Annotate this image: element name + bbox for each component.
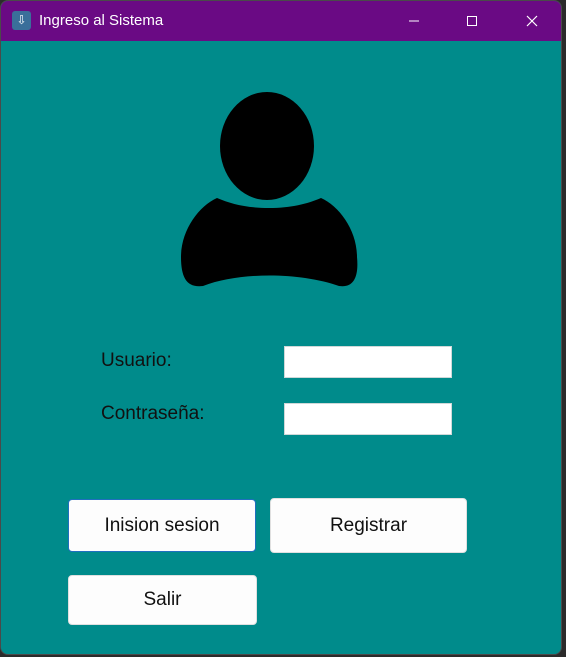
close-icon xyxy=(526,15,538,27)
login-window: ⇩ Ingreso al Sistema Usuario: Contraseña… xyxy=(0,0,562,655)
password-input[interactable] xyxy=(284,403,452,435)
register-button[interactable]: Registrar xyxy=(270,498,467,553)
window-title: Ingreso al Sistema xyxy=(39,12,164,29)
title-bar[interactable]: ⇩ Ingreso al Sistema xyxy=(1,1,561,41)
user-icon xyxy=(181,92,358,287)
username-input[interactable] xyxy=(284,346,452,378)
maximize-button[interactable] xyxy=(443,1,501,41)
exit-button[interactable]: Salir xyxy=(68,575,257,625)
minimize-button[interactable] xyxy=(385,1,443,41)
app-icon: ⇩ xyxy=(12,11,31,30)
username-label: Usuario: xyxy=(101,350,172,371)
maximize-icon xyxy=(467,16,477,26)
minimize-icon xyxy=(409,20,419,22)
login-form: Usuario: Contraseña: Inision sesion Regi… xyxy=(1,41,561,654)
close-button[interactable] xyxy=(503,1,561,41)
login-button[interactable]: Inision sesion xyxy=(68,499,256,552)
password-label: Contraseña: xyxy=(101,403,205,424)
